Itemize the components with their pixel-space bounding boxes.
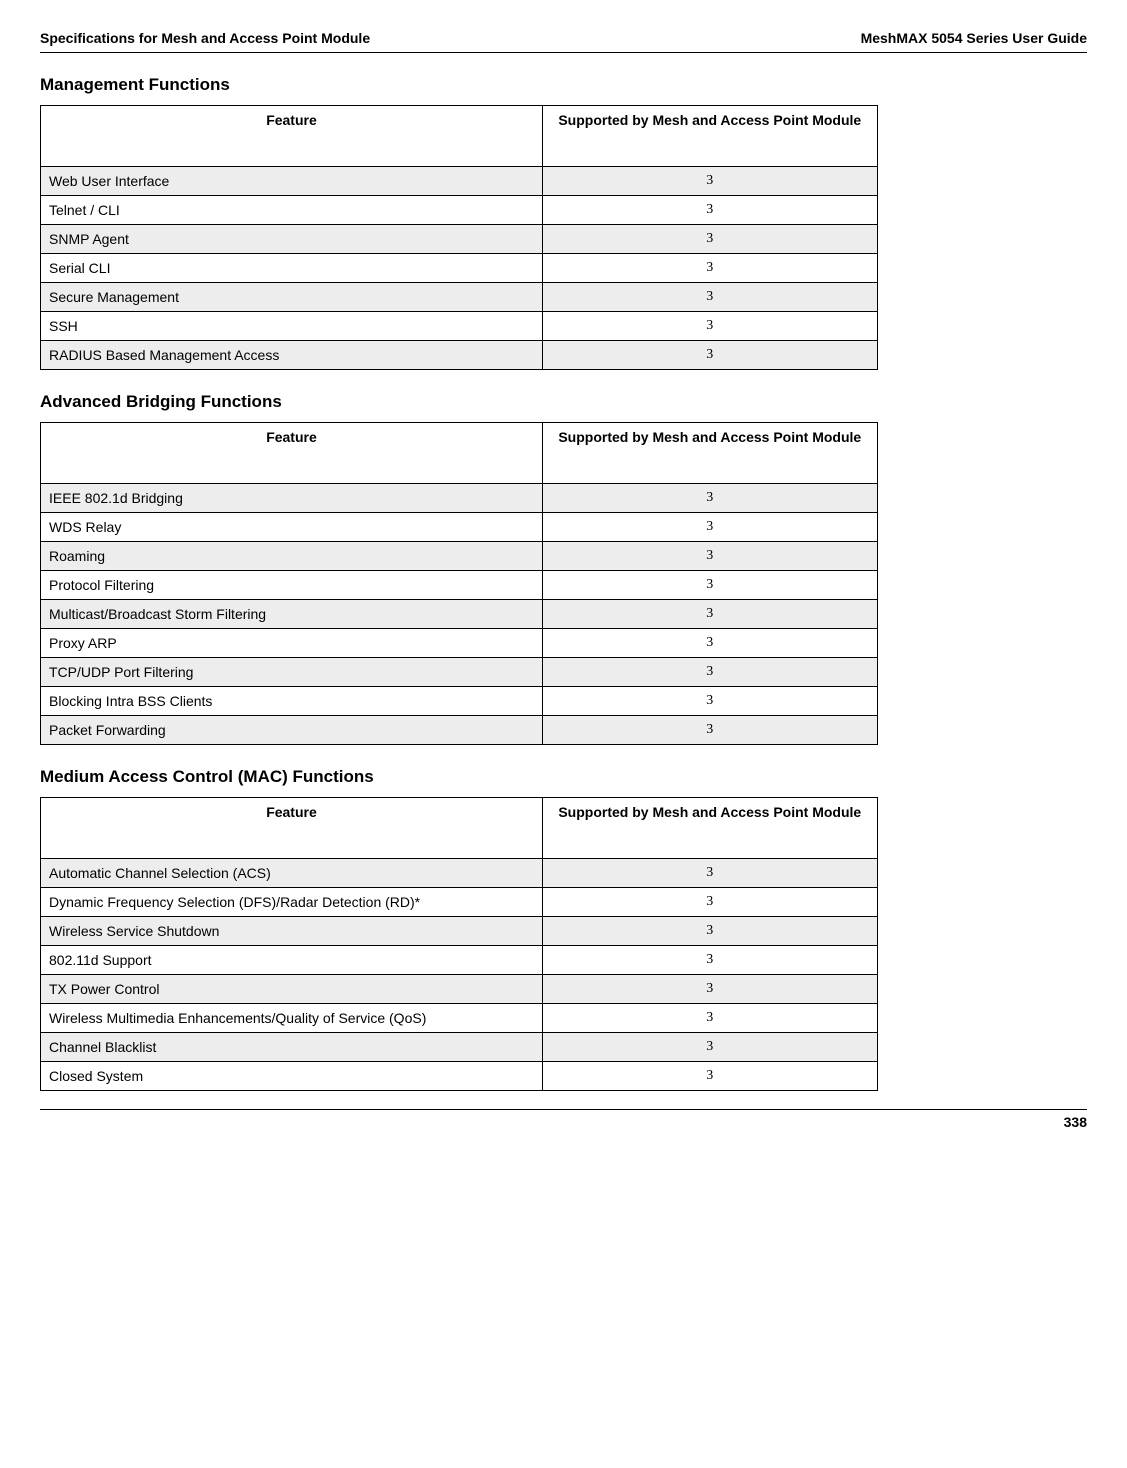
table-row: Automatic Channel Selection (ACS)3 — [41, 859, 878, 888]
col-support: Supported by Mesh and Access Point Modul… — [542, 423, 877, 484]
table-row: Multicast/Broadcast Storm Filtering3 — [41, 600, 878, 629]
cell-feature: Wireless Multimedia Enhancements/Quality… — [41, 1004, 543, 1033]
cell-feature: Blocking Intra BSS Clients — [41, 687, 543, 716]
col-feature: Feature — [41, 106, 543, 167]
cell-support: 3 — [542, 571, 877, 600]
table-row: Blocking Intra BSS Clients3 — [41, 687, 878, 716]
cell-support: 3 — [542, 167, 877, 196]
table-row: Serial CLI3 — [41, 254, 878, 283]
cell-support: 3 — [542, 687, 877, 716]
col-support: Supported by Mesh and Access Point Modul… — [542, 798, 877, 859]
cell-support: 3 — [542, 513, 877, 542]
page-number: 338 — [40, 1114, 1087, 1130]
cell-feature: 802.11d Support — [41, 946, 543, 975]
table-row: TX Power Control3 — [41, 975, 878, 1004]
cell-feature: Serial CLI — [41, 254, 543, 283]
cell-feature: Dynamic Frequency Selection (DFS)/Radar … — [41, 888, 543, 917]
cell-feature: WDS Relay — [41, 513, 543, 542]
table-row: Proxy ARP3 — [41, 629, 878, 658]
table-row: Channel Blacklist3 — [41, 1033, 878, 1062]
cell-feature: Secure Management — [41, 283, 543, 312]
cell-support: 3 — [542, 629, 877, 658]
cell-support: 3 — [542, 946, 877, 975]
cell-feature: Telnet / CLI — [41, 196, 543, 225]
cell-feature: Proxy ARP — [41, 629, 543, 658]
section-title: Advanced Bridging Functions — [40, 392, 1087, 412]
col-feature: Feature — [41, 798, 543, 859]
table-row: 802.11d Support3 — [41, 946, 878, 975]
table-row: WDS Relay3 — [41, 513, 878, 542]
header-left: Specifications for Mesh and Access Point… — [40, 30, 370, 46]
section-title: Management Functions — [40, 75, 1087, 95]
cell-support: 3 — [542, 283, 877, 312]
cell-feature: SSH — [41, 312, 543, 341]
cell-feature: Multicast/Broadcast Storm Filtering — [41, 600, 543, 629]
table-row: Dynamic Frequency Selection (DFS)/Radar … — [41, 888, 878, 917]
cell-support: 3 — [542, 225, 877, 254]
cell-feature: Wireless Service Shutdown — [41, 917, 543, 946]
cell-support: 3 — [542, 859, 877, 888]
table-row: Packet Forwarding3 — [41, 716, 878, 745]
page-header: Specifications for Mesh and Access Point… — [40, 30, 1087, 46]
cell-support: 3 — [542, 484, 877, 513]
table-row: Wireless Service Shutdown3 — [41, 917, 878, 946]
spec-table: FeatureSupported by Mesh and Access Poin… — [40, 797, 878, 1091]
table-row: Closed System3 — [41, 1062, 878, 1091]
table-row: RADIUS Based Management Access3 — [41, 341, 878, 370]
cell-support: 3 — [542, 716, 877, 745]
col-feature: Feature — [41, 423, 543, 484]
cell-feature: Automatic Channel Selection (ACS) — [41, 859, 543, 888]
cell-feature: TCP/UDP Port Filtering — [41, 658, 543, 687]
cell-support: 3 — [542, 600, 877, 629]
section-title: Medium Access Control (MAC) Functions — [40, 767, 1087, 787]
col-support: Supported by Mesh and Access Point Modul… — [542, 106, 877, 167]
content-area: Management FunctionsFeatureSupported by … — [40, 75, 1087, 1091]
cell-feature: SNMP Agent — [41, 225, 543, 254]
cell-support: 3 — [542, 1004, 877, 1033]
header-right: MeshMAX 5054 Series User Guide — [861, 30, 1087, 46]
header-rule — [40, 52, 1087, 53]
cell-support: 3 — [542, 1062, 877, 1091]
table-row: Protocol Filtering3 — [41, 571, 878, 600]
cell-support: 3 — [542, 658, 877, 687]
table-row: Telnet / CLI3 — [41, 196, 878, 225]
cell-support: 3 — [542, 542, 877, 571]
cell-feature: Channel Blacklist — [41, 1033, 543, 1062]
cell-feature: Web User Interface — [41, 167, 543, 196]
cell-feature: Closed System — [41, 1062, 543, 1091]
cell-support: 3 — [542, 312, 877, 341]
table-row: SNMP Agent3 — [41, 225, 878, 254]
table-row: TCP/UDP Port Filtering3 — [41, 658, 878, 687]
spec-table: FeatureSupported by Mesh and Access Poin… — [40, 105, 878, 370]
cell-support: 3 — [542, 1033, 877, 1062]
cell-support: 3 — [542, 917, 877, 946]
cell-support: 3 — [542, 975, 877, 1004]
cell-support: 3 — [542, 341, 877, 370]
table-row: IEEE 802.1d Bridging3 — [41, 484, 878, 513]
cell-support: 3 — [542, 196, 877, 225]
cell-feature: RADIUS Based Management Access — [41, 341, 543, 370]
cell-feature: Packet Forwarding — [41, 716, 543, 745]
footer-rule — [40, 1109, 1087, 1110]
cell-support: 3 — [542, 254, 877, 283]
table-row: Roaming3 — [41, 542, 878, 571]
table-row: SSH3 — [41, 312, 878, 341]
spec-table: FeatureSupported by Mesh and Access Poin… — [40, 422, 878, 745]
table-row: Wireless Multimedia Enhancements/Quality… — [41, 1004, 878, 1033]
cell-feature: Roaming — [41, 542, 543, 571]
cell-support: 3 — [542, 888, 877, 917]
cell-feature: Protocol Filtering — [41, 571, 543, 600]
table-row: Secure Management3 — [41, 283, 878, 312]
cell-feature: TX Power Control — [41, 975, 543, 1004]
table-row: Web User Interface3 — [41, 167, 878, 196]
cell-feature: IEEE 802.1d Bridging — [41, 484, 543, 513]
